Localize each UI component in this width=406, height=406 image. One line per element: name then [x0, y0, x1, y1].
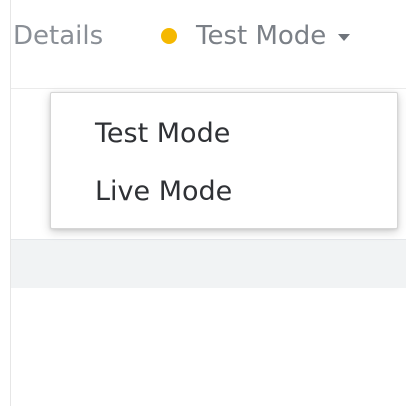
menu-item-live-mode[interactable]: Live Mode — [95, 175, 232, 209]
menu-item-test-mode[interactable]: Test Mode — [95, 117, 230, 151]
mode-dropdown-menu: Test Mode Live Mode — [50, 92, 398, 229]
status-dot-icon — [161, 28, 177, 44]
mode-toggle-label: Test Mode — [196, 21, 327, 51]
caret-down-icon — [338, 33, 351, 41]
top-bar: Details Test Mode — [11, 0, 406, 89]
app-frame: Details Test Mode Test Mode Live Mode — [0, 0, 406, 406]
section-band — [11, 240, 406, 288]
details-tab[interactable]: Details — [13, 20, 103, 52]
mode-toggle-button[interactable]: Test Mode — [161, 20, 351, 52]
